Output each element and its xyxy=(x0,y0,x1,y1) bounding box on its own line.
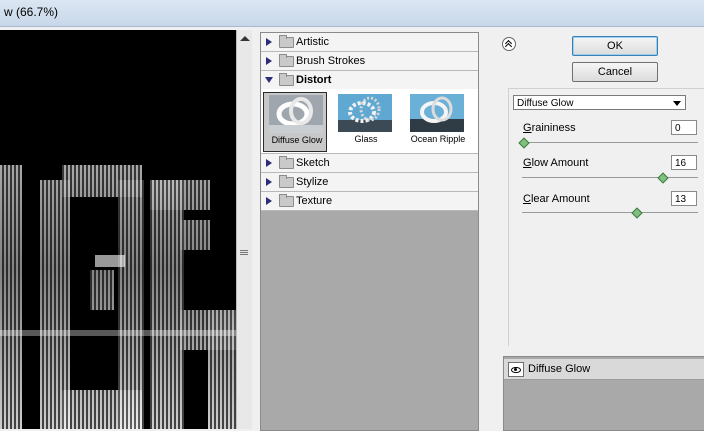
expand-arrow-icon[interactable] xyxy=(266,57,272,65)
scroll-up-arrow-icon[interactable] xyxy=(240,36,250,41)
filter-label: Ocean Ripple xyxy=(410,134,466,144)
effect-layers-panel: Diffuse Glow xyxy=(503,356,704,431)
category-texture[interactable]: Texture xyxy=(261,192,478,211)
folder-icon xyxy=(279,175,294,188)
category-label: Sketch xyxy=(296,157,330,169)
category-sketch[interactable]: Sketch xyxy=(261,154,478,173)
title-bar: w (66.7%) xyxy=(0,0,704,27)
clear-amount-label: Clear Amount xyxy=(523,193,590,205)
ocean-ripple-thumbnail-icon xyxy=(410,94,464,132)
category-stylize[interactable]: Stylize xyxy=(261,173,478,192)
filter-select-value: Diffuse Glow xyxy=(517,98,574,109)
graininess-label: Graininess xyxy=(523,122,576,134)
glow-amount-label: Glow Amount xyxy=(523,157,589,169)
category-label: Distort xyxy=(296,74,332,86)
folder-icon xyxy=(279,156,294,169)
category-label: Stylize xyxy=(296,176,329,188)
collapse-arrow-icon[interactable] xyxy=(265,77,273,83)
expand-arrow-icon[interactable] xyxy=(266,178,272,186)
expand-arrow-icon[interactable] xyxy=(266,38,272,46)
expand-arrow-icon[interactable] xyxy=(266,159,272,167)
graininess-input[interactable]: 0 xyxy=(671,120,697,135)
collapse-gallery-icon[interactable] xyxy=(502,37,516,51)
category-label: Texture xyxy=(296,195,333,207)
folder-icon xyxy=(279,194,294,207)
glow-amount-slider-track[interactable] xyxy=(522,177,698,178)
preview-scrollbar[interactable] xyxy=(236,30,252,429)
filter-ocean-ripple[interactable]: Ocean Ripple xyxy=(405,92,467,150)
folder-icon xyxy=(279,35,294,48)
preview-canvas[interactable] xyxy=(0,30,252,429)
effect-layer-row[interactable]: Diffuse Glow xyxy=(504,359,704,380)
panel-resize-grip-icon[interactable] xyxy=(240,250,248,256)
folder-open-icon xyxy=(279,73,294,86)
ok-button[interactable]: OK xyxy=(572,36,658,56)
eye-visibility-icon[interactable] xyxy=(508,362,524,377)
effect-layer-label: Diffuse Glow xyxy=(528,363,591,375)
clear-amount-slider-track[interactable] xyxy=(522,212,698,213)
filter-diffuse-glow[interactable]: Diffuse Glow xyxy=(263,92,327,152)
category-artistic[interactable]: Artistic xyxy=(261,33,478,52)
diffuse-glow-thumbnail-icon xyxy=(269,95,323,133)
glass-thumbnail-icon xyxy=(338,94,392,132)
filter-label: Diffuse Glow xyxy=(271,135,323,145)
clear-amount-input[interactable]: 13 xyxy=(671,191,697,206)
filter-label: Glass xyxy=(354,134,378,144)
category-distort[interactable]: Distort xyxy=(261,71,478,90)
glow-text-preview xyxy=(0,165,236,429)
glow-amount-input[interactable]: 16 xyxy=(671,155,697,170)
filter-select[interactable]: Diffuse Glow xyxy=(513,95,686,110)
folder-icon xyxy=(279,54,294,67)
category-brush-strokes[interactable]: Brush Strokes xyxy=(261,52,478,71)
cancel-button[interactable]: Cancel xyxy=(572,62,658,82)
dropdown-arrow-icon[interactable] xyxy=(673,101,681,106)
graininess-slider-track[interactable] xyxy=(522,142,698,143)
filter-thumbnails: Diffuse Glow Glass Ocean Ripple xyxy=(261,89,478,154)
filter-gallery: Artistic Brush Strokes Distort Diffuse G… xyxy=(260,32,479,431)
window-title: w (66.7%) xyxy=(4,5,59,19)
category-label: Brush Strokes xyxy=(296,55,366,67)
category-label: Artistic xyxy=(296,36,329,48)
expand-arrow-icon[interactable] xyxy=(266,197,272,205)
filter-glass[interactable]: Glass xyxy=(333,92,395,150)
